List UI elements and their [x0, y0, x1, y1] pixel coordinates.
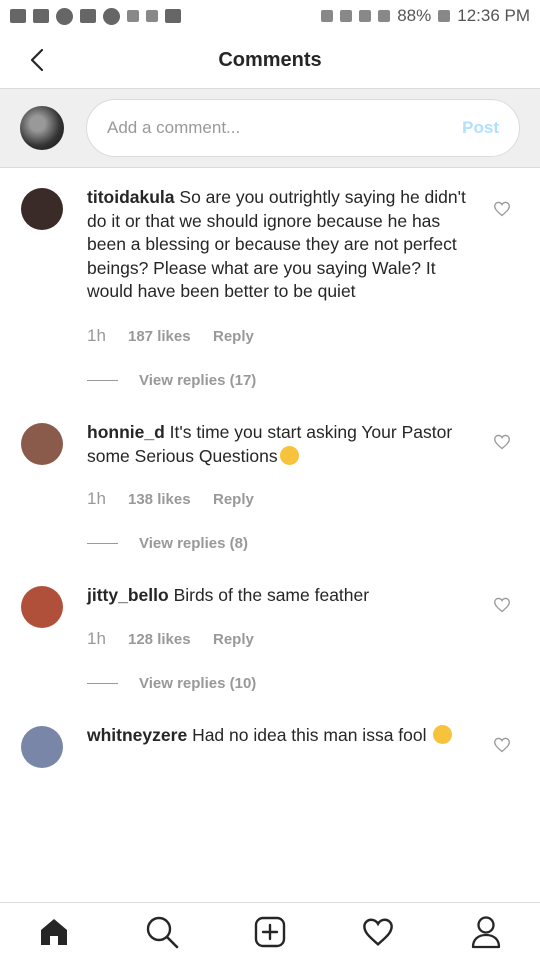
wifi-icon [359, 10, 372, 22]
news-icon [165, 9, 181, 23]
add-post-icon [254, 916, 286, 947]
nav-home[interactable] [29, 912, 79, 952]
avatar[interactable] [21, 188, 63, 230]
smirk-emoji-icon [279, 445, 299, 465]
comment-time: 1h [87, 629, 106, 648]
home-icon [41, 918, 67, 945]
messenger-icon [103, 7, 120, 25]
like-heart-icon[interactable] [493, 201, 511, 217]
divider-line [87, 683, 118, 684]
signal-icon [378, 10, 391, 22]
comment-meta: 1h 187 likes Reply [87, 326, 254, 346]
comment-input[interactable] [107, 118, 463, 138]
whatsapp-icon [56, 7, 73, 25]
comment-body: whitneyzere Had no idea this man issa fo… [87, 724, 477, 748]
view-replies-label: View replies (10) [139, 675, 257, 692]
comment-composer: Post [0, 88, 540, 168]
page-title: Comments [218, 48, 322, 71]
comment-time: 1h [87, 489, 106, 508]
bottom-nav [0, 902, 540, 960]
avatar[interactable] [21, 423, 63, 465]
notification-icons [10, 7, 181, 25]
divider-line [87, 380, 118, 381]
battery-level: 88% [397, 6, 432, 25]
my-avatar [20, 106, 64, 150]
comment-text: Birds of the same feather [173, 585, 370, 605]
reply-button[interactable]: Reply [213, 328, 254, 345]
avatar[interactable] [21, 726, 63, 768]
avatar[interactable] [21, 586, 63, 628]
reply-button[interactable]: Reply [213, 491, 254, 508]
gallery-icon [80, 9, 96, 23]
nav-search[interactable] [137, 912, 187, 952]
comment-body: honnie_d It's time you start asking Your… [87, 421, 477, 468]
mail-icon [33, 9, 49, 23]
bluetooth-icon [340, 10, 353, 22]
comments-screen: 88% 12:36 PM Comments Post titoidakula S… [0, 0, 540, 960]
nav-add-post[interactable] [245, 912, 295, 952]
status-bar: 88% 12:36 PM [0, 0, 540, 32]
like-heart-icon[interactable] [493, 737, 511, 753]
woozy-emoji-icon [433, 725, 453, 744]
like-heart-icon[interactable] [493, 434, 511, 450]
search-icon [146, 916, 179, 948]
message-icon [10, 9, 26, 23]
system-icons: 88% 12:36 PM [321, 6, 530, 26]
comment-username[interactable]: jitty_bello [87, 585, 169, 605]
alarm-icon [321, 10, 334, 22]
header: Comments [0, 32, 540, 88]
view-replies-label: View replies (17) [139, 372, 257, 389]
comment-body: jitty_bello Birds of the same feather [87, 584, 477, 608]
reply-button[interactable]: Reply [213, 631, 254, 648]
view-replies-label: View replies (8) [139, 535, 248, 552]
view-replies-link[interactable]: View replies (17) [87, 372, 256, 389]
nav-profile[interactable] [461, 912, 511, 952]
comment-body: titoidakula So are you outrightly saying… [87, 186, 477, 304]
battery-icon [438, 10, 451, 22]
nav-activity[interactable] [353, 912, 403, 952]
view-replies-link[interactable]: View replies (10) [87, 675, 256, 692]
activity-heart-icon [363, 917, 393, 946]
comment-username[interactable]: whitneyzere [87, 725, 187, 745]
profile-icon [471, 915, 501, 948]
like-heart-icon[interactable] [493, 597, 511, 613]
dropbox-icon [127, 10, 139, 22]
post-button[interactable]: Post [462, 118, 499, 138]
comment-time: 1h [87, 326, 106, 345]
clock: 12:36 PM [457, 6, 530, 25]
comment-meta: 1h 138 likes Reply [87, 489, 254, 509]
divider-line [87, 543, 118, 544]
comment-username[interactable]: honnie_d [87, 422, 165, 442]
comment-likes[interactable]: 187 likes [128, 328, 213, 345]
music-icon [146, 10, 158, 22]
view-replies-link[interactable]: View replies (8) [87, 535, 248, 552]
comment-meta: 1h 128 likes Reply [87, 629, 254, 649]
comment-username[interactable]: titoidakula [87, 187, 175, 207]
comment-likes[interactable]: 138 likes [128, 491, 213, 508]
back-arrow-icon[interactable] [24, 46, 52, 74]
comment-text: Had no idea this man issa fool [192, 725, 427, 745]
comment-likes[interactable]: 128 likes [128, 631, 213, 648]
comment-input-wrapper: Post [86, 99, 520, 157]
